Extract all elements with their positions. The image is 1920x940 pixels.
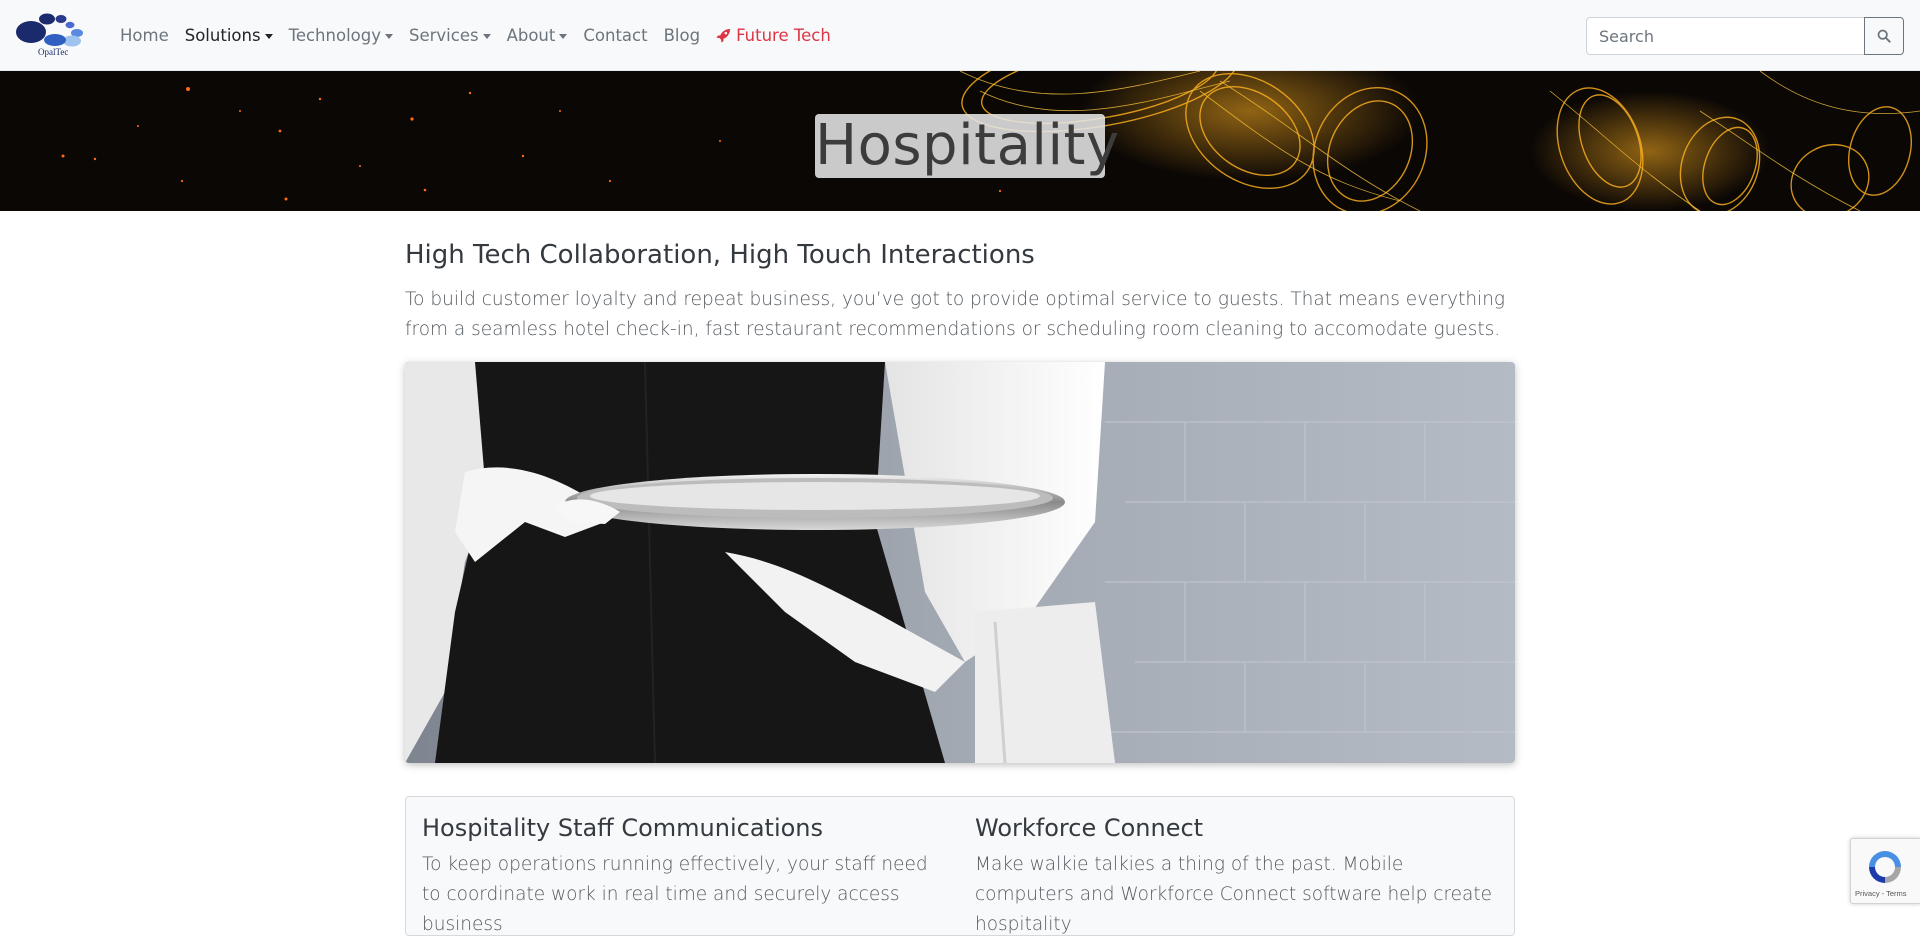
search-input[interactable] [1586, 17, 1864, 55]
hospitality-hero-photo [405, 362, 1515, 763]
nav-technology-label: Technology [288, 26, 381, 45]
search-form [1586, 17, 1904, 55]
caret-down-icon [559, 34, 568, 39]
waiter-tray-image [405, 362, 1515, 763]
nav-future-tech[interactable]: Future Tech [708, 26, 839, 45]
feature-staff-communications: Hospitality Staff Communications To keep… [422, 814, 942, 940]
recaptcha-terms[interactable]: Privacy - Terms [1855, 889, 1907, 898]
brand-logo[interactable]: OpalTec [14, 10, 98, 60]
intro-paragraph: To build customer loyalty and repeat bus… [405, 289, 1506, 340]
search-icon [1877, 29, 1891, 43]
nav-about[interactable]: About [499, 26, 576, 45]
nav-contact[interactable]: Contact [575, 26, 655, 45]
feature-title: Workforce Connect [975, 814, 1204, 842]
nav-solutions-label: Solutions [184, 26, 261, 45]
nav-services[interactable]: Services [401, 26, 499, 45]
nav-blog[interactable]: Blog [656, 26, 708, 45]
nav-home-label: Home [120, 26, 169, 45]
recaptcha-icon [1869, 851, 1901, 883]
feature-text: Make walkie talkies a thing of the past.… [975, 854, 1493, 935]
recaptcha-badge[interactable]: Privacy - Terms [1850, 838, 1920, 904]
search-button[interactable] [1864, 17, 1904, 55]
caret-down-icon [482, 34, 491, 39]
top-navbar: OpalTec Home Solutions Technology Servic… [0, 0, 1920, 71]
feature-workforce-connect: Workforce Connect Make walkie talkies a … [975, 814, 1495, 940]
rocket-icon [716, 28, 731, 43]
features-card: Hospitality Staff Communications To keep… [405, 796, 1515, 936]
opaltec-logo-icon: OpalTec [16, 13, 83, 57]
nav-solutions[interactable]: Solutions [177, 26, 281, 45]
nav-contact-label: Contact [583, 26, 648, 45]
caret-down-icon [264, 34, 273, 39]
nav-about-label: About [506, 26, 556, 45]
nav-technology[interactable]: Technology [281, 26, 401, 45]
logo-text: OpalTec [38, 47, 68, 57]
nav-home[interactable]: Home [112, 26, 177, 45]
hero-title: Hospitality [815, 113, 1120, 178]
feature-title: Hospitality Staff Communications [422, 814, 824, 842]
nav-blog-label: Blog [663, 26, 701, 45]
main-nav: Home Solutions Technology Services About… [112, 0, 839, 71]
nav-services-label: Services [409, 26, 479, 45]
nav-future-tech-label: Future Tech [736, 26, 831, 45]
section-heading: High Tech Collaboration, High Touch Inte… [405, 240, 1035, 270]
feature-text: To keep operations running effectively, … [422, 854, 928, 935]
caret-down-icon [385, 34, 393, 39]
